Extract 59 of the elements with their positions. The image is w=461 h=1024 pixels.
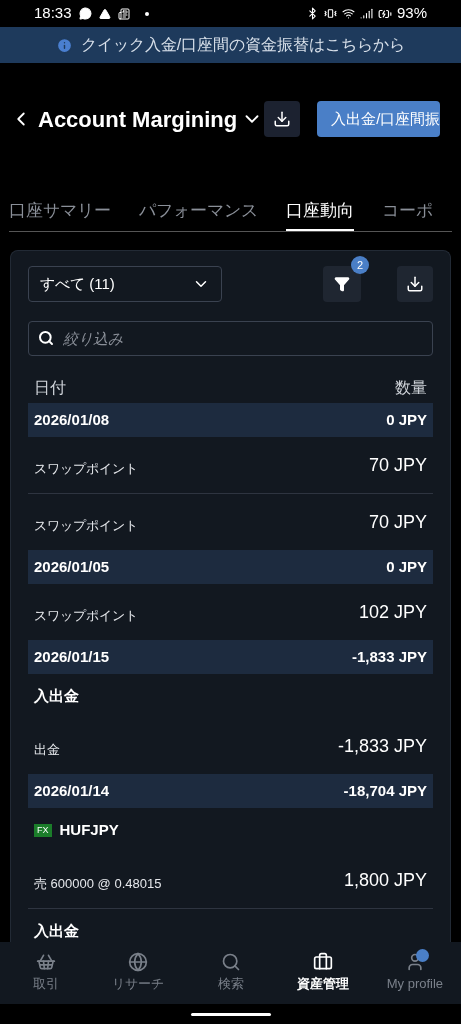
column-header: 数量 xyxy=(395,378,427,398)
export-button[interactable] xyxy=(397,266,433,302)
type-dropdown[interactable]: すべて (11) xyxy=(28,266,222,302)
entry-amount: 102 JPY xyxy=(358,600,427,624)
group-total: 0 JPY xyxy=(386,409,427,430)
entry-amount: 70 JPY xyxy=(368,453,427,477)
triangle-icon xyxy=(98,7,111,20)
search-icon xyxy=(220,952,241,973)
date-label: 2026/01/08 xyxy=(34,409,110,430)
entry-label: スワップポイント xyxy=(34,517,138,536)
banner-text: クイック入金/口座間の資金振替はこちらから xyxy=(80,35,406,55)
nav-item[interactable]: 取引 xyxy=(0,952,93,994)
entry-label: 出金 xyxy=(34,741,60,760)
news-icon xyxy=(117,7,130,20)
search-icon xyxy=(38,330,54,346)
date-label: 2026/01/14 xyxy=(34,780,110,801)
chat-icon xyxy=(78,7,92,20)
battery-percent: 93% xyxy=(396,3,427,24)
vibrate-icon xyxy=(323,7,337,20)
entry-amount: -1,833 JPY xyxy=(337,734,427,758)
nav-item[interactable]: My profile xyxy=(368,952,461,994)
group-total: 0 JPY xyxy=(386,556,427,577)
entry-amount: 1,800 JPY xyxy=(343,868,427,892)
fx-badge: FX xyxy=(34,823,52,837)
wifi-icon xyxy=(341,7,355,20)
nav-item[interactable]: 検索 xyxy=(184,952,277,994)
date-label: 2026/01/15 xyxy=(34,646,110,667)
filter-icon xyxy=(334,276,350,292)
search-field[interactable]: 絞り込み xyxy=(28,321,433,356)
filter-count-badge: 2 xyxy=(351,256,369,274)
tab[interactable]: 口座動向 xyxy=(286,199,354,231)
info-banner[interactable]: クイック入金/口座間の資金振替はこちらから xyxy=(0,27,461,63)
gesture-bar[interactable] xyxy=(190,1012,271,1016)
tab[interactable]: コーポ xyxy=(382,199,433,231)
download-icon xyxy=(273,110,292,128)
group-total: -1,833 JPY xyxy=(351,646,427,667)
nav-item[interactable]: 資産管理 xyxy=(276,952,369,994)
entry-label: 売 600000 @ 0.48015 xyxy=(34,875,162,894)
info-icon xyxy=(55,36,73,54)
date-label: 2026/01/05 xyxy=(34,556,110,577)
group-total: -18,704 JPY xyxy=(343,780,427,801)
transfer-button[interactable]: 入出金/口座間振 xyxy=(317,101,441,137)
status-time: 18:33 xyxy=(34,3,72,24)
column-header: 日付 xyxy=(34,378,66,398)
tab[interactable]: パフォーマンス xyxy=(139,199,258,231)
entry-amount: 70 JPY xyxy=(368,510,427,534)
download-icon xyxy=(406,275,424,293)
globe-icon xyxy=(128,952,149,973)
signal-icon xyxy=(359,7,373,20)
entry-title: HUFJPY xyxy=(59,819,119,840)
entry-label: スワップポイント xyxy=(34,607,138,626)
nav-item[interactable]: リサーチ xyxy=(92,952,185,994)
entry-title: 入出金 xyxy=(34,920,79,941)
tab[interactable]: 口座サマリー xyxy=(9,199,111,231)
page-title: Account Margining xyxy=(38,105,238,134)
entry-label: スワップポイント xyxy=(34,460,138,479)
briefcase-icon xyxy=(312,952,333,973)
entry-title: 入出金 xyxy=(34,685,79,706)
download-button[interactable] xyxy=(264,101,301,137)
